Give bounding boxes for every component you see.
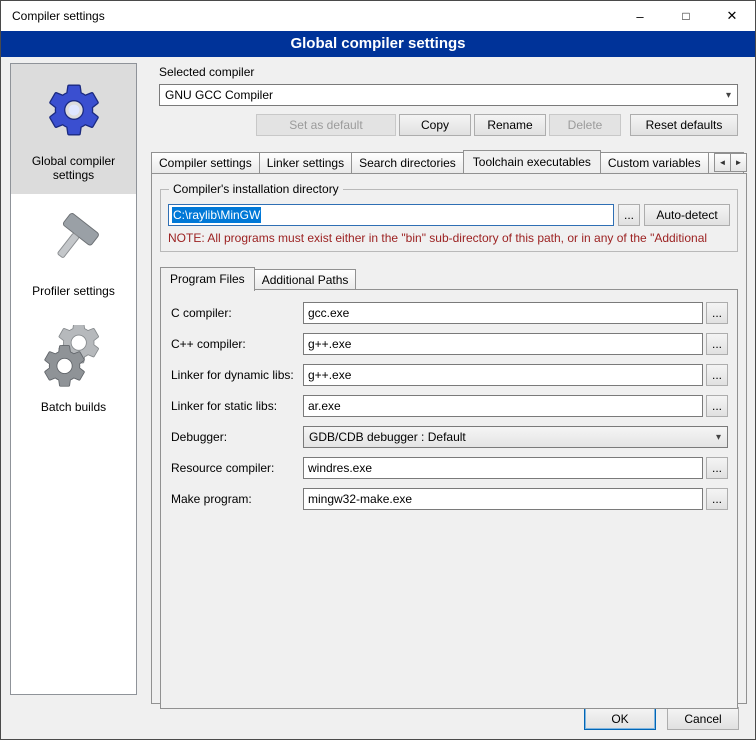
selected-compiler-label: Selected compiler: [159, 65, 747, 79]
tabs-scroll-area: Compiler settings Linker settings Search…: [151, 150, 747, 173]
installation-directory-browse-button[interactable]: ...: [618, 204, 640, 226]
make-program-browse-button[interactable]: ...: [706, 488, 728, 510]
settings-tabstrip: Compiler settings Linker settings Search…: [151, 150, 747, 173]
c-compiler-browse-button[interactable]: ...: [706, 302, 728, 324]
auto-detect-button[interactable]: Auto-detect: [644, 204, 730, 226]
main-panel: Selected compiler GNU GCC Compiler ▾ Set…: [147, 63, 747, 704]
rename-button[interactable]: Rename: [474, 114, 546, 136]
make-program-input[interactable]: [303, 488, 703, 510]
maximize-button[interactable]: □: [663, 1, 709, 31]
reset-defaults-button[interactable]: Reset defaults: [630, 114, 738, 136]
window-controls: – □ ✕: [617, 1, 755, 31]
form-row-linker-static: Linker for static libs: ...: [171, 395, 728, 417]
close-button[interactable]: ✕: [709, 1, 755, 31]
chevron-down-icon: ▾: [710, 432, 727, 443]
tab-custom-variables[interactable]: Custom variables: [600, 152, 709, 173]
sidebar-item-label: Batch builds: [15, 400, 132, 414]
cancel-button[interactable]: Cancel: [667, 707, 739, 730]
cpp-compiler-browse-button[interactable]: ...: [706, 333, 728, 355]
resource-compiler-input[interactable]: [303, 457, 703, 479]
tab-scroll-right-icon: ►: [735, 158, 743, 167]
installation-directory-selected-text: C:\raylib\MinGW: [172, 207, 261, 223]
tab-compiler-settings[interactable]: Compiler settings: [151, 152, 260, 173]
cpp-compiler-input[interactable]: [303, 333, 703, 355]
tab-toolchain-executables[interactable]: Toolchain executables: [463, 150, 601, 173]
settings-category-sidebar: Global compiler settings Profiler settin…: [10, 63, 137, 695]
sidebar-item-label: Profiler settings: [15, 284, 132, 298]
gears-gray-icon: [15, 320, 132, 392]
sidebar-item-profiler-settings[interactable]: Profiler settings: [11, 194, 136, 310]
tab-scroll-buttons: ◄ ►: [715, 153, 747, 172]
c-compiler-label: C compiler:: [171, 306, 303, 320]
copy-button[interactable]: Copy: [399, 114, 471, 136]
debugger-label: Debugger:: [171, 430, 303, 444]
dialog-header: Global compiler settings: [1, 31, 755, 57]
resource-compiler-browse-button[interactable]: ...: [706, 457, 728, 479]
form-row-debugger: Debugger: GDB/CDB debugger : Default ▾: [171, 426, 728, 448]
tab-scroll-left-icon: ◄: [719, 158, 727, 167]
chevron-down-icon: ▾: [720, 90, 737, 101]
installation-directory-input[interactable]: C:\raylib\MinGW: [168, 204, 614, 226]
sidebar-item-label: Global compiler settings: [15, 154, 132, 182]
linker-dynamic-label: Linker for dynamic libs:: [171, 368, 303, 382]
linker-static-label: Linker for static libs:: [171, 399, 303, 413]
tab-scroll-right-button[interactable]: ►: [730, 153, 747, 172]
form-row-c-compiler: C compiler: ...: [171, 302, 728, 324]
delete-button[interactable]: Delete: [549, 114, 621, 136]
form-row-resource-compiler: Resource compiler: ...: [171, 457, 728, 479]
cpp-compiler-label: C++ compiler:: [171, 337, 303, 351]
ok-button[interactable]: OK: [584, 707, 656, 730]
tab-linker-settings[interactable]: Linker settings: [259, 152, 352, 173]
bin-subdirectory-note: NOTE: All programs must exist either in …: [168, 231, 730, 245]
debugger-combobox[interactable]: GDB/CDB debugger : Default ▾: [303, 426, 728, 448]
compiler-settings-window: Compiler settings – □ ✕ Global compiler …: [0, 0, 756, 740]
linker-dynamic-browse-button[interactable]: ...: [706, 364, 728, 386]
linker-static-browse-button[interactable]: ...: [706, 395, 728, 417]
installation-directory-groupbox: Compiler's installation directory C:\ray…: [160, 189, 738, 252]
dialog-footer-buttons: OK Cancel: [584, 707, 739, 730]
debugger-value: GDB/CDB debugger : Default: [309, 430, 466, 444]
form-row-linker-dynamic: Linker for dynamic libs: ...: [171, 364, 728, 386]
titlebar: Compiler settings – □ ✕: [1, 1, 755, 31]
compiler-action-buttons: Set as default Copy Rename Delete Reset …: [159, 114, 738, 136]
c-compiler-input[interactable]: [303, 302, 703, 324]
linker-static-input[interactable]: [303, 395, 703, 417]
window-title: Compiler settings: [1, 9, 105, 23]
resource-compiler-label: Resource compiler:: [171, 461, 303, 475]
sidebar-item-batch-builds[interactable]: Batch builds: [11, 310, 136, 426]
program-files-tabstrip: Program Files Additional Paths: [160, 267, 738, 290]
minimize-button[interactable]: –: [617, 1, 663, 31]
set-as-default-button[interactable]: Set as default: [256, 114, 396, 136]
gear-blue-icon: [15, 74, 132, 146]
installation-directory-row: C:\raylib\MinGW ... Auto-detect: [168, 204, 730, 226]
toolchain-executables-panel: Compiler's installation directory C:\ray…: [151, 173, 747, 704]
tab-scroll-left-button[interactable]: ◄: [714, 153, 731, 172]
linker-dynamic-input[interactable]: [303, 364, 703, 386]
close-icon: ✕: [727, 8, 738, 24]
subtab-program-files[interactable]: Program Files: [160, 267, 255, 291]
dialog-content: Global compiler settings Profiler settin…: [1, 57, 755, 739]
form-row-make-program: Make program: ...: [171, 488, 728, 510]
sidebar-item-global-compiler-settings[interactable]: Global compiler settings: [11, 64, 136, 194]
tab-search-directories[interactable]: Search directories: [351, 152, 464, 173]
form-row-cpp-compiler: C++ compiler: ...: [171, 333, 728, 355]
selected-compiler-value: GNU GCC Compiler: [165, 88, 273, 102]
minimize-icon: –: [636, 9, 643, 24]
make-program-label: Make program:: [171, 492, 303, 506]
installation-directory-group-title: Compiler's installation directory: [169, 182, 343, 196]
selected-compiler-combobox[interactable]: GNU GCC Compiler ▾: [159, 84, 738, 106]
program-files-panel: C compiler: ... C++ compiler: ... Linker…: [160, 289, 738, 709]
maximize-icon: □: [682, 9, 689, 23]
hammer-gray-icon: [15, 204, 132, 276]
subtab-additional-paths[interactable]: Additional Paths: [254, 269, 357, 290]
